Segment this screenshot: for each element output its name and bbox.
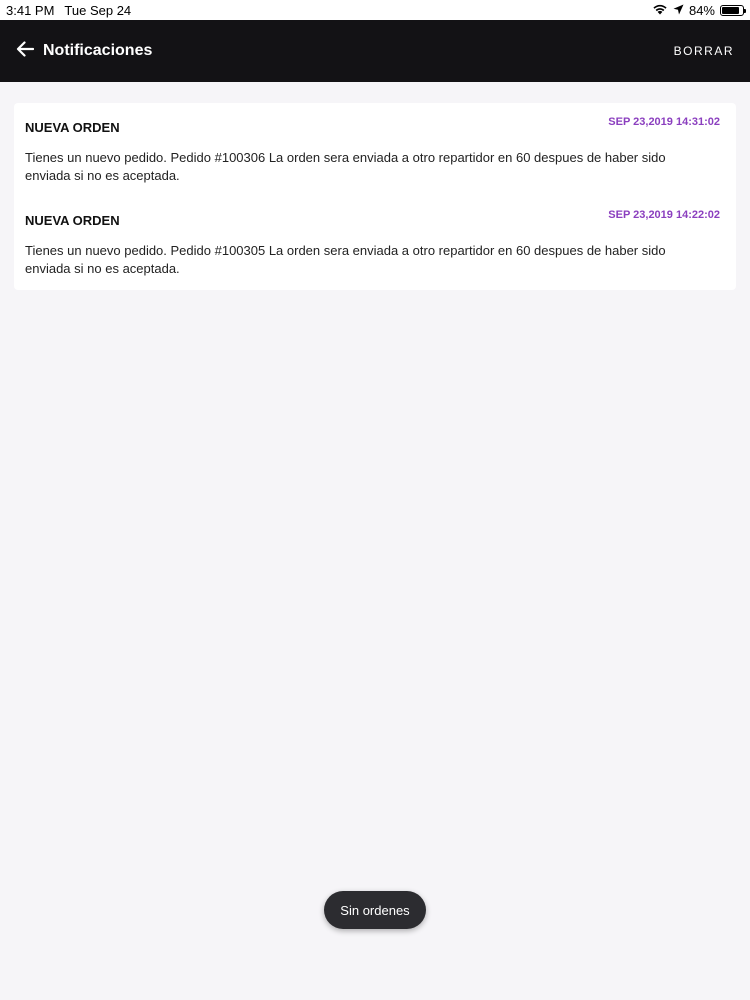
battery-percent: 84% xyxy=(688,2,715,18)
back-button[interactable] xyxy=(14,40,36,62)
notification-header: NUEVA ORDEN SEP 23,2019 14:31:02 xyxy=(25,116,720,135)
notification-header: NUEVA ORDEN SEP 23,2019 14:22:02 xyxy=(25,209,720,228)
toast-message: Sin ordenes xyxy=(324,891,426,929)
notification-date: SEP 23,2019 14:22:02 xyxy=(608,209,720,221)
clear-button[interactable]: BORRAR xyxy=(674,44,734,58)
notification-body: Tienes un nuevo pedido. Pedido #100305 L… xyxy=(25,243,666,276)
notification-item[interactable]: NUEVA ORDEN SEP 23,2019 14:22:02 Tienes … xyxy=(14,196,736,290)
app-bar: Notificaciones BORRAR xyxy=(0,20,750,82)
battery-level xyxy=(722,6,739,14)
wifi-icon xyxy=(652,3,668,18)
status-right: 84% xyxy=(652,2,746,18)
notification-list: NUEVA ORDEN SEP 23,2019 14:31:02 Tienes … xyxy=(14,103,736,290)
location-arrow-icon xyxy=(673,3,684,18)
status-left: 3:41 PM Tue Sep 24 xyxy=(6,3,131,18)
notification-date: SEP 23,2019 14:31:02 xyxy=(608,116,720,128)
page-title: Notificaciones xyxy=(43,42,153,59)
notification-title: NUEVA ORDEN xyxy=(25,213,120,228)
notification-title: NUEVA ORDEN xyxy=(25,120,120,135)
status-date: Tue Sep 24 xyxy=(64,2,132,18)
status-time: 3:41 PM xyxy=(6,2,55,18)
battery-icon xyxy=(720,4,746,16)
status-bar: 3:41 PM Tue Sep 24 84% xyxy=(0,0,750,20)
notification-item[interactable]: NUEVA ORDEN SEP 23,2019 14:31:02 Tienes … xyxy=(14,103,736,197)
notification-body: Tienes un nuevo pedido. Pedido #100306 L… xyxy=(25,150,666,183)
arrow-left-icon xyxy=(16,40,35,62)
